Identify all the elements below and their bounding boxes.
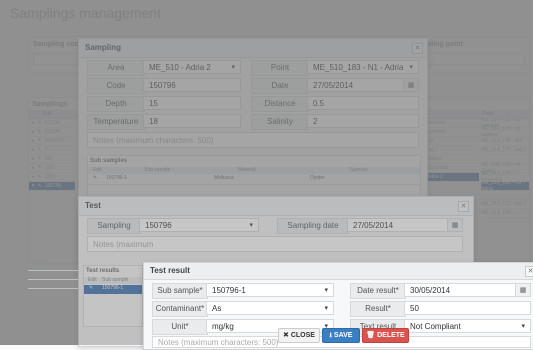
upload-icon: ⭳ (329, 331, 332, 339)
calendar-icon[interactable]: ▦ (515, 284, 530, 296)
x-icon: ✖ (283, 331, 289, 339)
date-result-field[interactable]: 30/05/2014 ▦ (404, 283, 531, 297)
close-button[interactable]: ✖ CLOSE (278, 328, 320, 343)
contaminant-label: Contaminant* (152, 301, 208, 317)
save-button[interactable]: ⭳ SAVE (322, 328, 360, 343)
delete-button[interactable]: 🗑 DELETE (362, 328, 409, 343)
test-result-modal-header: Test result (144, 263, 533, 280)
result-field[interactable]: 50 (404, 301, 531, 315)
close-icon[interactable]: ✕ (525, 266, 533, 277)
date-result-label: Date result* (350, 283, 406, 299)
result-label: Result* (350, 301, 406, 317)
subsample-label: Sub sample* (152, 283, 208, 299)
unit-label: Unit* (152, 319, 208, 335)
subsample-select[interactable]: 150796-1 (206, 283, 334, 298)
test-result-modal-title: Test result (150, 266, 190, 275)
contaminant-select[interactable]: As (206, 301, 334, 316)
trash-icon: 🗑 (366, 331, 376, 339)
text-result-select[interactable]: Not Compliant (404, 319, 531, 334)
